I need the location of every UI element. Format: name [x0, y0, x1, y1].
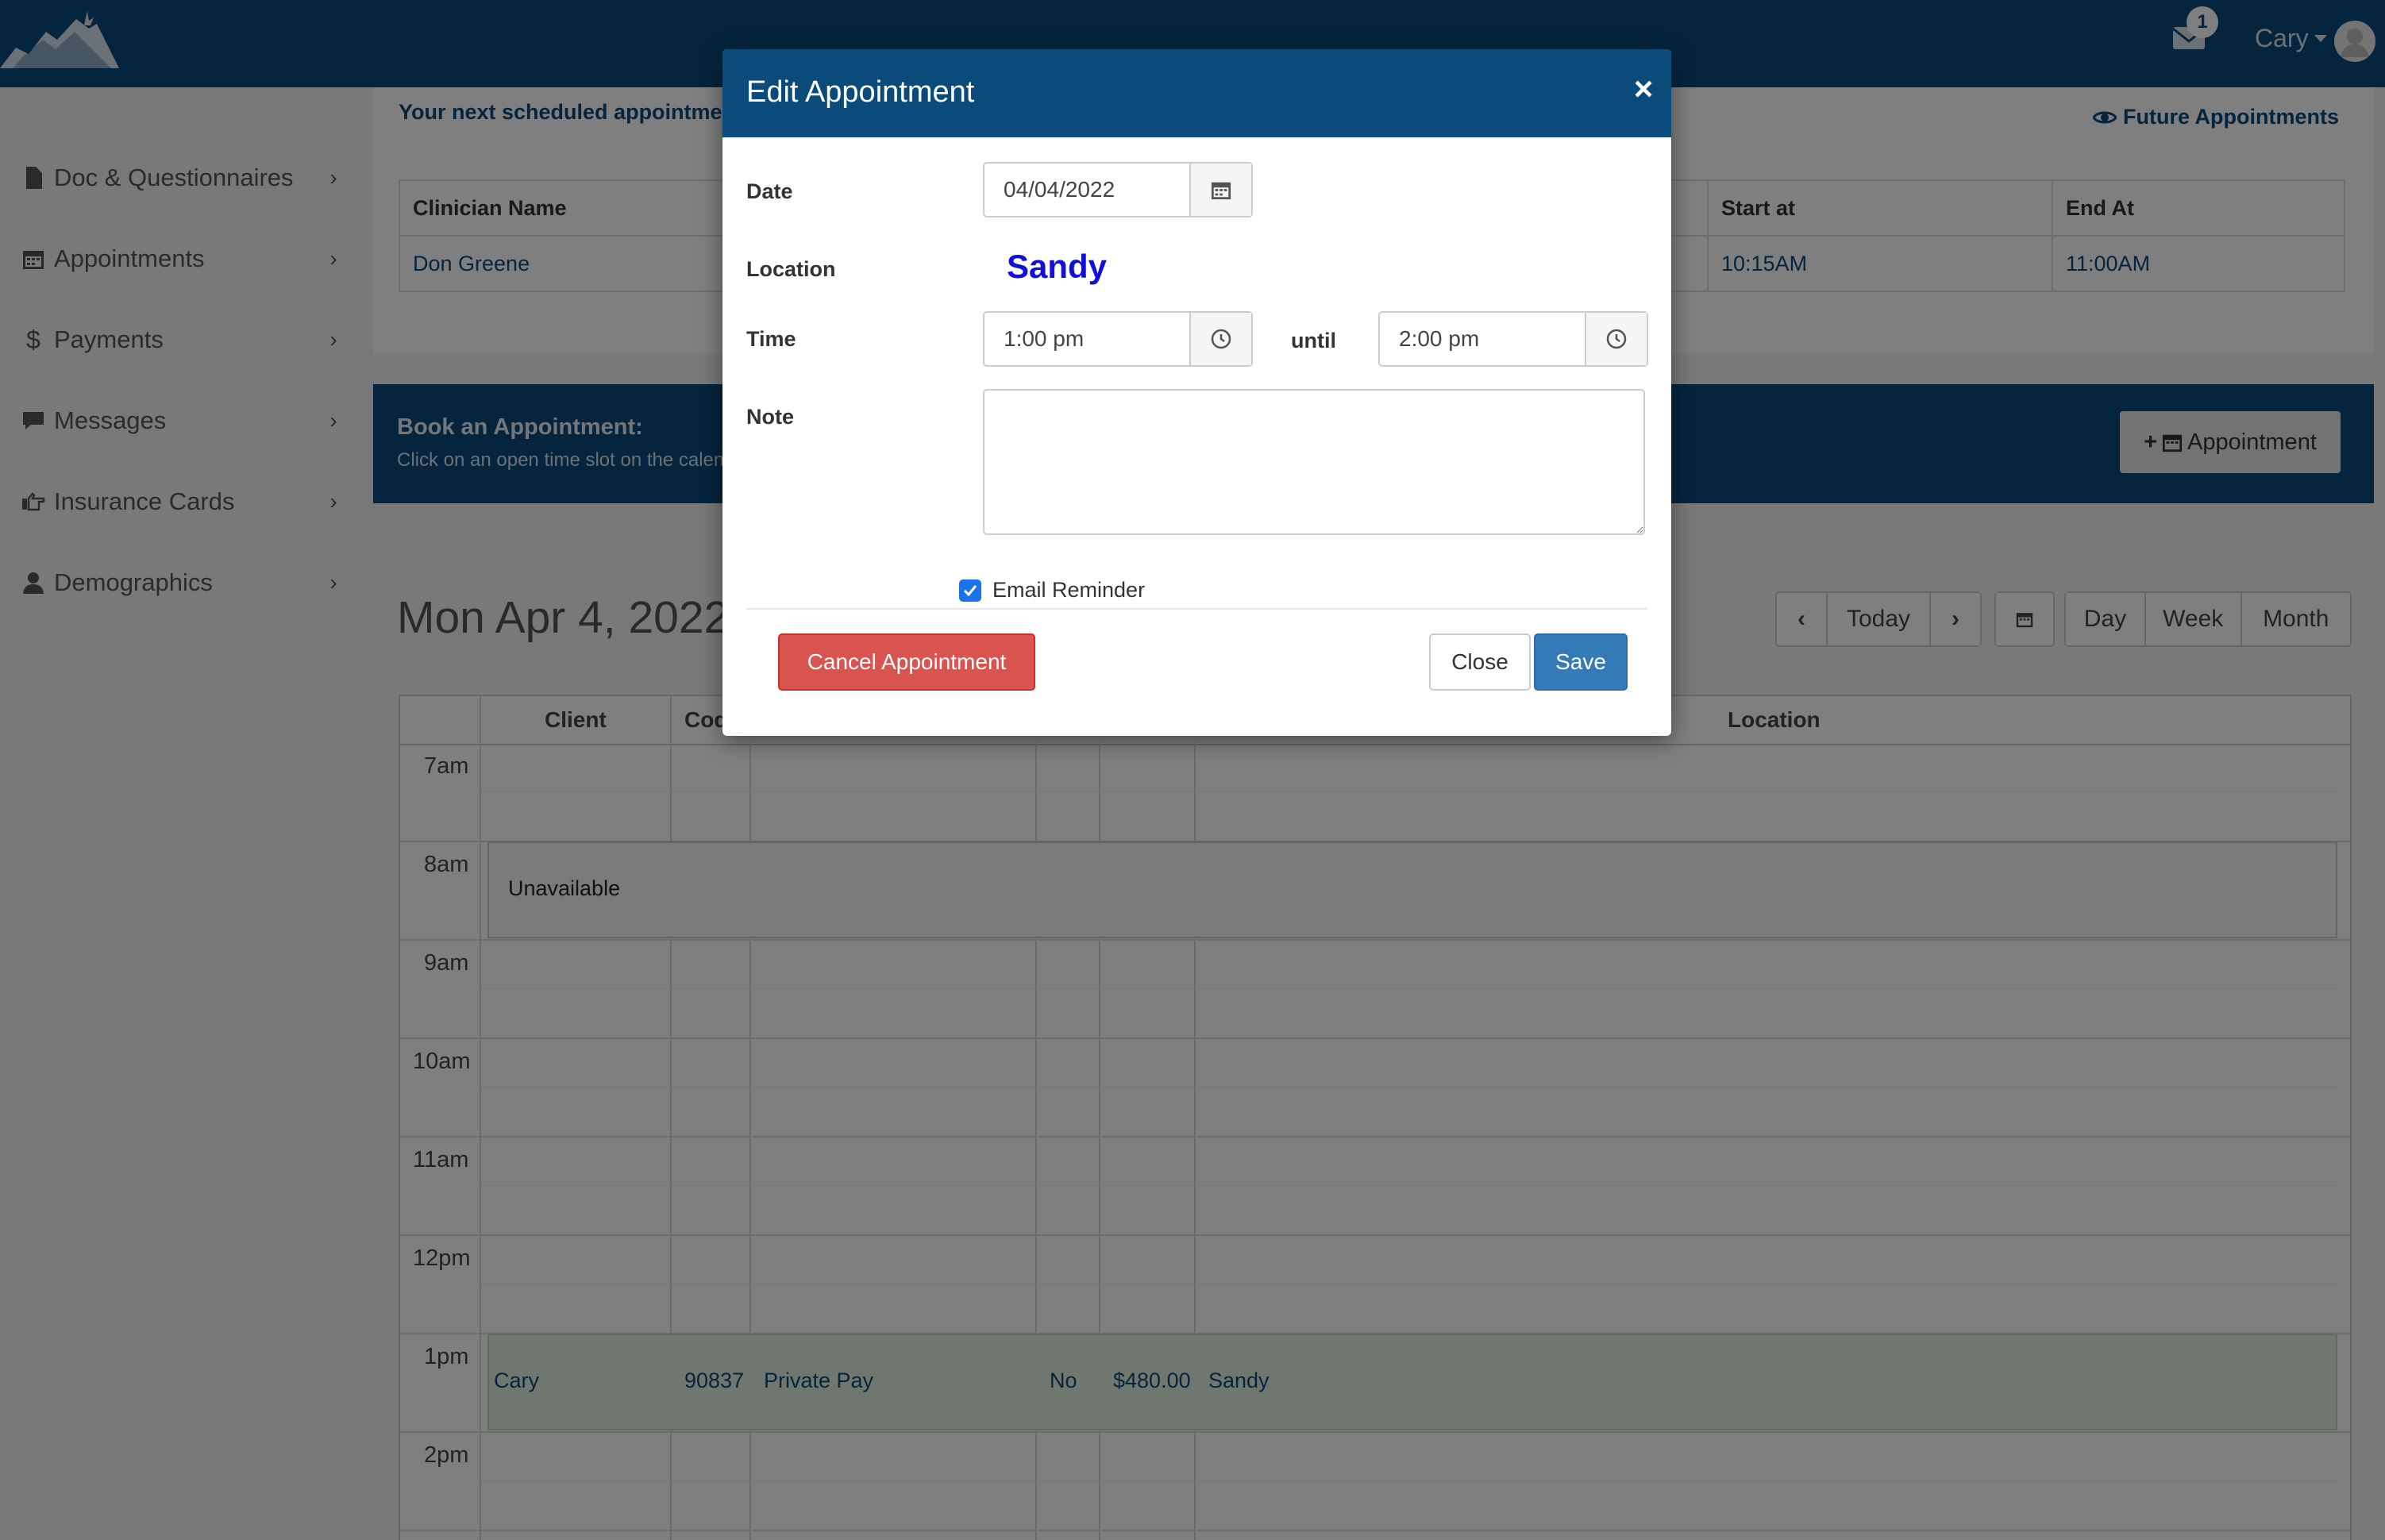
note-label: Note — [746, 405, 794, 429]
location-value: Sandy — [1007, 248, 1108, 285]
modal-title: Edit Appointment — [746, 75, 975, 109]
email-reminder-checkbox[interactable] — [959, 579, 981, 602]
modal-footer-divider — [746, 608, 1647, 610]
date-label: Date — [746, 179, 793, 203]
clock-icon — [1606, 329, 1627, 349]
until-label: until — [1291, 329, 1336, 352]
save-button[interactable]: Save — [1534, 633, 1628, 691]
checkmark-icon — [963, 584, 977, 596]
start-time-picker-button[interactable] — [1189, 313, 1251, 365]
date-input-group — [983, 162, 1253, 218]
location-label: Location — [746, 257, 836, 281]
edit-appointment-dialog: Edit Appointment × Date Location Sandy T… — [722, 49, 1671, 736]
calendar-icon — [1211, 182, 1231, 200]
end-time-input-group — [1378, 311, 1648, 367]
clock-icon — [1211, 329, 1231, 349]
close-icon[interactable]: × — [1628, 71, 1659, 106]
time-label: Time — [746, 327, 796, 351]
close-button[interactable]: Close — [1429, 633, 1531, 691]
start-time-input[interactable] — [984, 313, 1189, 365]
email-reminder-label: Email Reminder — [992, 578, 1146, 602]
date-input[interactable] — [984, 164, 1189, 216]
start-time-input-group — [983, 311, 1253, 367]
email-reminder-row[interactable]: Email Reminder — [959, 578, 1145, 603]
modal-header: Edit Appointment × — [722, 49, 1671, 137]
end-time-picker-button[interactable] — [1585, 313, 1647, 365]
date-picker-button[interactable] — [1189, 164, 1251, 216]
note-textarea[interactable] — [983, 389, 1645, 535]
cancel-appointment-button[interactable]: Cancel Appointment — [778, 633, 1035, 691]
end-time-input[interactable] — [1380, 313, 1585, 365]
